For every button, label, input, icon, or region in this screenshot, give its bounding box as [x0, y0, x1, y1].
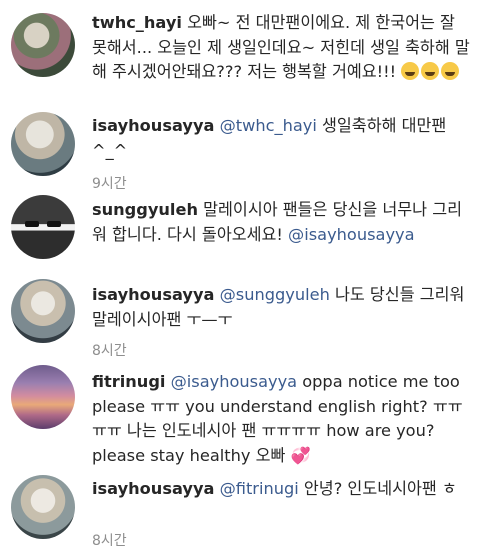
avatar[interactable]	[11, 195, 75, 259]
comment-list: twhc_hayi 오빠~ 전 대만팬이에요. 제 한국어는 잘 못해서... …	[0, 0, 480, 553]
comment-body: isayhousayya @sunggyuleh 나도 당신들 그리워 말레이시…	[92, 283, 472, 332]
mention-link[interactable]: @fitrinugi	[220, 479, 299, 498]
comment-text: 안녕? 인도네시아팬 ㅎ	[298, 479, 457, 498]
weary-laughing-face-emoji	[441, 62, 460, 80]
comment-body: isayhousayya @fitrinugi 안녕? 인도네시아팬 ㅎ	[92, 477, 472, 502]
comment-username[interactable]: isayhousayya	[92, 116, 214, 135]
mention-link[interactable]: @isayhousayya	[171, 372, 297, 391]
comment-username[interactable]: isayhousayya	[92, 479, 214, 498]
comment-body: isayhousayya @twhc_hayi 생일축하해 대만팬 ^_^	[92, 114, 472, 163]
comment-body: fitrinugi @isayhousayya oppa notice me t…	[92, 370, 472, 468]
avatar[interactable]	[11, 279, 75, 343]
two-hearts-emoji: 💞	[290, 445, 311, 465]
mention-link[interactable]: @sunggyuleh	[220, 285, 330, 304]
comment-username[interactable]: fitrinugi	[92, 372, 165, 391]
mention-link[interactable]: @twhc_hayi	[220, 116, 317, 135]
comment-timestamp: 8시간	[92, 533, 127, 549]
comment-timestamp: 9시간	[92, 176, 127, 192]
avatar[interactable]	[11, 13, 75, 77]
weary-laughing-face-emoji	[401, 62, 420, 80]
weary-laughing-face-emoji	[421, 62, 440, 80]
avatar[interactable]	[11, 365, 75, 429]
comment-body: sunggyuleh 말레이시아 팬들은 당신을 너무나 그리워 합니다. 다시…	[92, 198, 472, 247]
comment-body: twhc_hayi 오빠~ 전 대만팬이에요. 제 한국어는 잘 못해서... …	[92, 11, 472, 85]
comment-username[interactable]: sunggyuleh	[92, 200, 198, 219]
comment-username[interactable]: twhc_hayi	[92, 13, 182, 32]
mention-link[interactable]: @isayhousayya	[288, 225, 414, 244]
comment-username[interactable]: isayhousayya	[92, 285, 214, 304]
avatar[interactable]	[11, 475, 75, 539]
comment-timestamp: 8시간	[92, 343, 127, 359]
avatar[interactable]	[11, 112, 75, 176]
